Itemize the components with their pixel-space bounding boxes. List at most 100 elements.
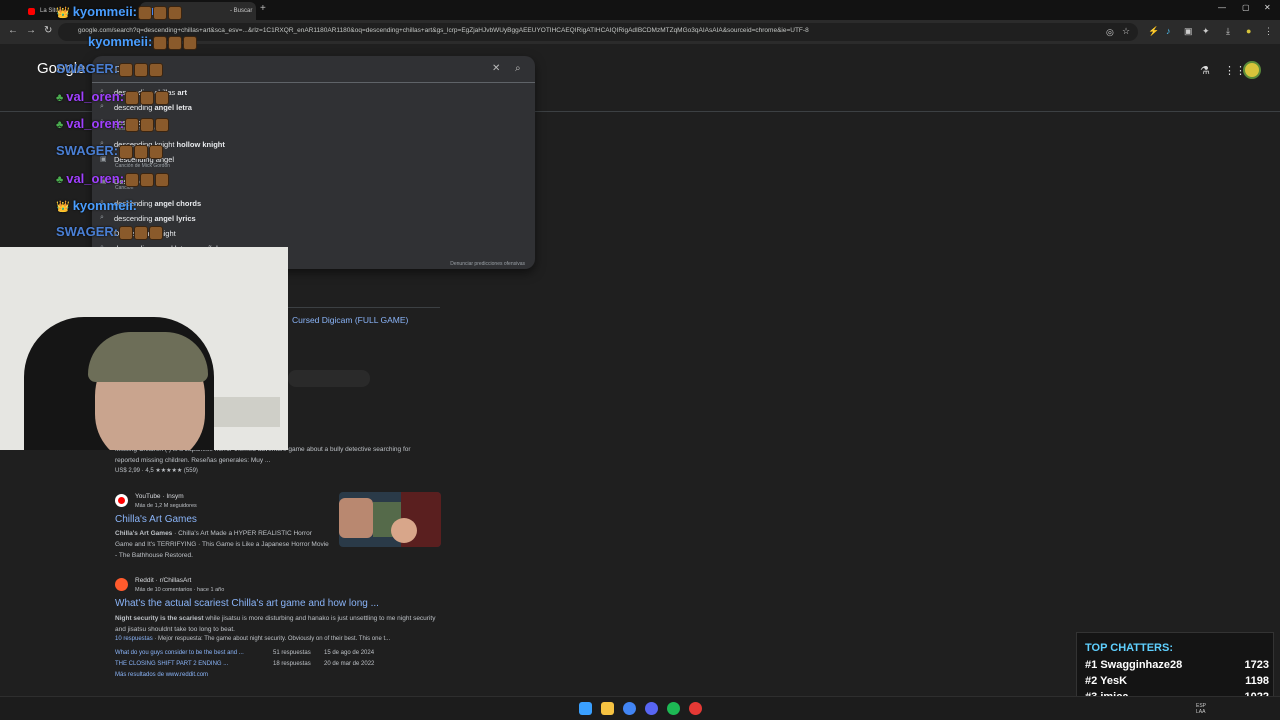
chat-username: val_oren:	[66, 89, 125, 104]
chat-message: SWAGER:	[56, 143, 164, 159]
spotify-icon[interactable]	[667, 702, 680, 715]
report-predictions-link[interactable]: Denunciar predicciones ofensivas	[450, 261, 525, 267]
suggestion-item[interactable]: ⌕ descending angel lyrics	[100, 211, 196, 225]
profile-icon[interactable]: ●	[1246, 26, 1251, 36]
emote-icon	[134, 62, 149, 77]
chat-username: SWAGER:	[56, 224, 119, 239]
chatter-rank: #1	[1085, 659, 1098, 671]
bookmark-star-icon[interactable]: ☆	[1122, 26, 1130, 37]
chess-badge-icon: ♣	[56, 173, 64, 186]
chat-username: val_oren:	[66, 116, 125, 131]
result-price-rating: US$ 2,99 · 4,5 ★★★★★ (559)	[115, 468, 198, 474]
extension-icon[interactable]: ⚡	[1148, 26, 1159, 37]
maximize-icon[interactable]: ▢	[1242, 3, 1250, 12]
suggestion-match: art	[177, 87, 187, 97]
chat-message: ♣ val_oren:	[56, 116, 170, 132]
results-chip	[288, 370, 370, 387]
result-subtitle: Más de 10 comentarios · hace 1 año	[135, 587, 225, 593]
emote-icon	[155, 172, 170, 187]
chrome-icon[interactable]	[623, 702, 636, 715]
video-thumbnail[interactable]	[339, 492, 441, 547]
extension-icon[interactable]: ♪	[1166, 26, 1171, 36]
suggestion-match: angel lyrics	[154, 213, 196, 223]
obs-icon[interactable]	[689, 702, 702, 715]
chat-username: SWAGER:	[56, 143, 119, 158]
windows-start-icon[interactable]	[579, 702, 592, 715]
answers-count[interactable]: 10 respuestas	[115, 636, 153, 642]
close-window-icon[interactable]: ✕	[1264, 3, 1271, 12]
camo-cap	[88, 332, 208, 382]
related-thread-link[interactable]: THE CLOSING SHIFT PART 2 ENDING ...	[115, 661, 228, 667]
region-code: LAA	[1196, 709, 1206, 715]
emote-icon	[125, 117, 140, 132]
crown-icon: 👑	[56, 7, 70, 20]
chat-username: val_oren:	[66, 171, 125, 186]
result-snippet: Night security is the scariest while jis…	[115, 613, 440, 635]
related-thread-date: 20 de mar de 2022	[324, 661, 375, 667]
chatter-name: Swagginhaze28	[1100, 659, 1183, 671]
reload-icon[interactable]: ↻	[44, 25, 52, 36]
chat-message: ♣ val_oren:	[56, 171, 170, 187]
avatar[interactable]	[1243, 61, 1261, 79]
related-thread-link[interactable]: What do you guys consider to be the best…	[115, 650, 244, 656]
results-divider	[288, 307, 440, 308]
tab-strip: La Situa - Buscar ✕ + — ▢ ✕	[0, 0, 1280, 20]
result-site: Reddit · r/ChillasArt	[135, 577, 192, 584]
more-results-link[interactable]: Más resultados de www.reddit.com	[115, 672, 208, 678]
youtube-icon	[115, 494, 128, 507]
emote-icon	[140, 90, 155, 105]
chess-badge-icon: ♣	[56, 118, 64, 131]
emote-icon	[149, 144, 164, 159]
chat-message: 👑 kyommeii:	[56, 198, 137, 213]
minimize-icon[interactable]: —	[1218, 3, 1226, 12]
result-title[interactable]: Chilla's Art Games	[115, 514, 197, 525]
best-answer: · Mejor respuesta: The game about night …	[152, 636, 391, 642]
labs-flask-icon[interactable]: ⚗	[1200, 64, 1210, 77]
webcam-feed	[0, 247, 288, 450]
divider	[92, 82, 535, 83]
chat-username: SWAGER:	[56, 61, 119, 76]
chatter-row: #1 Swagginhaze28 1723	[1085, 659, 1269, 671]
forward-icon[interactable]: →	[26, 25, 36, 36]
new-tab-button[interactable]: +	[260, 3, 266, 14]
address-bar[interactable]: google.com/search?q=descending+chillas+a…	[58, 23, 1138, 41]
search-icon[interactable]: ⌕	[515, 63, 521, 74]
eye-off-icon[interactable]: ◎	[1106, 27, 1114, 38]
file-explorer-icon[interactable]	[601, 702, 614, 715]
clear-icon[interactable]: ✕	[492, 63, 500, 74]
chat-message: 👑 kyommeii:	[56, 4, 183, 20]
snippet-bold: Night security is the scariest	[115, 615, 204, 622]
related-thread-date: 15 de ago de 2024	[324, 650, 375, 656]
discord-icon[interactable]	[645, 702, 658, 715]
search-icon: ⌕	[100, 214, 104, 221]
close-tab-icon[interactable]: ✕	[252, 7, 256, 15]
menu-kebab-icon[interactable]: ⋮	[1264, 26, 1273, 37]
chat-message: ♣ val_oren:	[56, 89, 170, 105]
language-indicator[interactable]: ESP LAA	[1196, 703, 1206, 715]
sidepanel-icon[interactable]: ▣	[1184, 26, 1193, 37]
extensions-puzzle-icon[interactable]: ✦	[1202, 26, 1210, 37]
tab-label: - Buscar	[230, 8, 253, 14]
emote-icon	[183, 35, 198, 50]
related-thread-count: 51 respuestas	[273, 650, 311, 656]
emote-icon	[125, 172, 140, 187]
video-result-title[interactable]: Cursed Digicam (FULL GAME)	[292, 315, 408, 325]
emote-icon	[134, 225, 149, 240]
chat-username: kyommeii:	[72, 4, 138, 19]
chat-message: SWAGER:	[56, 61, 164, 77]
result-title[interactable]: What's the actual scariest Chilla's art …	[115, 598, 379, 609]
suggestion-subtitle: Canción de Mick Gordon	[115, 163, 171, 169]
emote-icon	[125, 90, 140, 105]
suggestion-match: angel chords	[154, 198, 202, 208]
emote-icon	[119, 225, 134, 240]
chat-message: SWAGER:	[56, 224, 164, 240]
download-icon[interactable]: ⤓	[1226, 26, 1230, 37]
back-icon[interactable]: ←	[8, 25, 18, 36]
emote-icon	[140, 172, 155, 187]
emote-icon	[134, 144, 149, 159]
suggestion-match: hollow knight	[176, 139, 225, 149]
chatter-name: YesK	[1100, 675, 1128, 687]
chat-username: kyommeii:	[72, 198, 138, 213]
emote-icon	[168, 35, 183, 50]
emote-icon	[155, 117, 170, 132]
